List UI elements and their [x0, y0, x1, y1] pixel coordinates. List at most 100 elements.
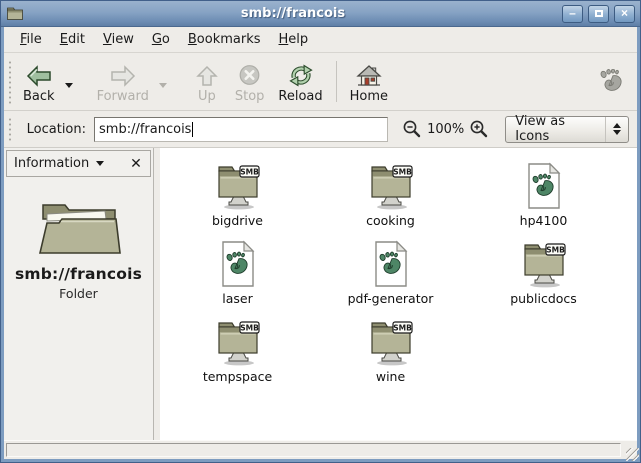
- chevron-down-icon: [96, 161, 104, 166]
- gnome-foot-icon: [600, 69, 623, 94]
- gnome-file-icon: [219, 240, 257, 288]
- reload-label: Reload: [278, 90, 322, 103]
- file-label: laser: [222, 291, 252, 306]
- up-button[interactable]: Up: [186, 55, 228, 108]
- text-caret: [192, 122, 193, 137]
- file-icon: [365, 316, 417, 366]
- home-icon: [356, 64, 382, 87]
- stop-label: Stop: [235, 90, 265, 103]
- sidebar-information-panel: Information ✕ smb://francois Folder: [4, 148, 154, 440]
- up-icon: [195, 65, 219, 87]
- back-label: Back: [23, 90, 55, 103]
- sidebar-location-title: smb://francois: [15, 265, 142, 283]
- location-label: Location:: [27, 122, 86, 137]
- gnome-file-icon: [525, 162, 563, 210]
- content-area: Information ✕ smb://francois Folder: [4, 148, 637, 440]
- file-icon: [212, 160, 264, 210]
- smb-folder-icon: [212, 318, 264, 366]
- file-item-laser[interactable]: laser: [161, 238, 314, 316]
- menu-item-view[interactable]: View: [94, 29, 143, 50]
- toolbar: Back Forward Up: [4, 53, 637, 111]
- view-mode-spinner: [605, 117, 628, 142]
- view-mode-select[interactable]: View as Icons: [505, 116, 629, 143]
- menu-item-bookmarks[interactable]: Bookmarks: [179, 29, 270, 50]
- nautilus-window: smb://francois – × FileEditViewGoBookmar…: [0, 0, 641, 463]
- file-icon: [372, 238, 410, 288]
- forward-icon: [110, 65, 136, 87]
- file-icon: [365, 160, 417, 210]
- file-label: wine: [376, 369, 405, 384]
- window-resize-grip[interactable]: [626, 448, 639, 461]
- file-label: pdf-generator: [348, 291, 434, 306]
- file-icon: [212, 316, 264, 366]
- location-input[interactable]: smb://francois: [94, 117, 388, 142]
- files-grid: bigdrive cooking hp4100 laser pdf-genera…: [160, 148, 637, 394]
- zoom-level[interactable]: 100%: [427, 122, 464, 137]
- menu-item-edit[interactable]: Edit: [51, 29, 94, 50]
- file-item-publicdocs[interactable]: publicdocs: [467, 238, 620, 316]
- toolbar-grip[interactable]: [7, 59, 13, 104]
- chevron-up-icon: [613, 123, 621, 128]
- open-folder-icon: [35, 192, 123, 256]
- stop-icon: [238, 64, 261, 87]
- locationbar-grip[interactable]: [7, 116, 13, 142]
- menu-bar: FileEditViewGoBookmarksHelp: [4, 27, 637, 53]
- sidebar-panel-selector[interactable]: Information ✕: [6, 150, 151, 177]
- sidebar-item-type: Folder: [59, 286, 98, 301]
- zoom-out-icon[interactable]: [402, 119, 422, 139]
- throbber: [600, 55, 633, 108]
- menu-item-go[interactable]: Go: [143, 29, 179, 50]
- gnome-file-icon: [372, 240, 410, 288]
- reload-icon: [288, 64, 314, 87]
- title-bar[interactable]: smb://francois – ×: [1, 1, 640, 27]
- back-button[interactable]: Back: [16, 55, 62, 108]
- file-label: cooking: [366, 213, 415, 228]
- stop-button[interactable]: Stop: [228, 55, 272, 108]
- file-item-tempspace[interactable]: tempspace: [161, 316, 314, 394]
- window-title: smb://francois: [29, 6, 557, 21]
- forward-label: Forward: [97, 90, 149, 103]
- home-button[interactable]: Home: [343, 55, 395, 108]
- file-item-bigdrive[interactable]: bigdrive: [161, 160, 314, 238]
- maximize-button[interactable]: [588, 5, 609, 23]
- file-label: hp4100: [520, 213, 568, 228]
- maximize-icon: [595, 10, 603, 17]
- status-text: [6, 443, 621, 457]
- file-label: bigdrive: [212, 213, 263, 228]
- file-icon: [219, 238, 257, 288]
- reload-button[interactable]: Reload: [271, 55, 329, 108]
- status-bar: [4, 440, 637, 459]
- close-button[interactable]: ×: [614, 5, 635, 23]
- menu-item-help[interactable]: Help: [270, 29, 318, 50]
- toolbar-separator: [336, 61, 337, 102]
- forward-button[interactable]: Forward: [90, 55, 156, 108]
- back-history-dropdown[interactable]: [62, 55, 76, 108]
- smb-folder-icon: [365, 318, 417, 366]
- up-label: Up: [198, 90, 216, 103]
- location-value: smb://francois: [99, 122, 191, 137]
- sidebar-close-button[interactable]: ✕: [127, 155, 145, 173]
- smb-folder-icon: [365, 162, 417, 210]
- chevron-down-icon: [613, 130, 621, 135]
- zoom-in-icon[interactable]: [469, 119, 489, 139]
- back-icon: [26, 65, 52, 87]
- menu-item-file[interactable]: File: [11, 29, 51, 50]
- sidebar-panel-title: Information: [14, 156, 89, 171]
- file-item-pdf-generator[interactable]: pdf-generator: [314, 238, 467, 316]
- chevron-down-icon: [65, 83, 73, 88]
- file-view[interactable]: bigdrive cooking hp4100 laser pdf-genera…: [160, 148, 637, 440]
- file-item-wine[interactable]: wine: [314, 316, 467, 394]
- chevron-down-icon: [159, 83, 167, 88]
- smb-folder-icon: [212, 162, 264, 210]
- file-item-cooking[interactable]: cooking: [314, 160, 467, 238]
- forward-history-dropdown[interactable]: [156, 55, 170, 108]
- home-label: Home: [350, 90, 388, 103]
- location-bar: Location: smb://francois 100%: [4, 111, 637, 148]
- file-item-hp4100[interactable]: hp4100: [467, 160, 620, 238]
- smb-folder-icon: [518, 240, 570, 288]
- minimize-button[interactable]: –: [562, 5, 583, 23]
- file-icon: [525, 160, 563, 210]
- file-icon: [518, 238, 570, 288]
- window-frame: FileEditViewGoBookmarksHelp Back Fo: [1, 27, 640, 462]
- file-label: tempspace: [203, 369, 272, 384]
